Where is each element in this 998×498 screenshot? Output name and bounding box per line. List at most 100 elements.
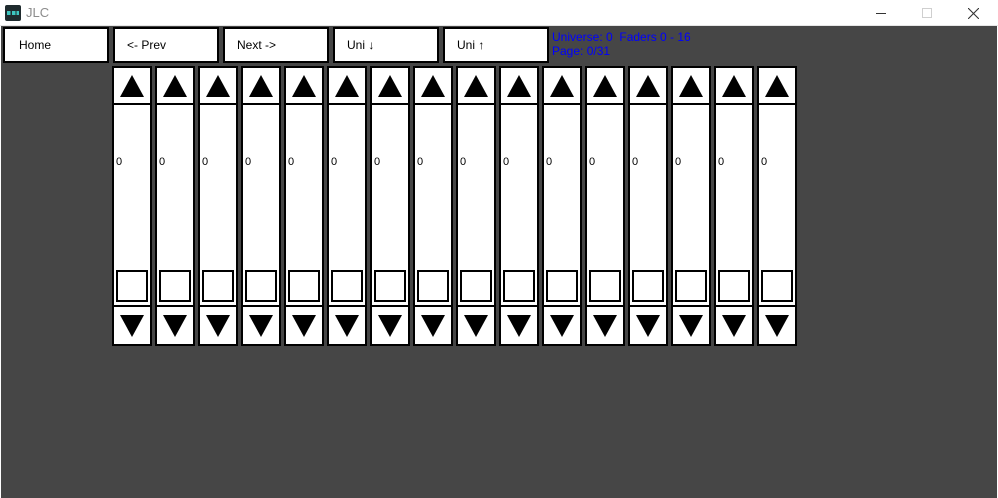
next-page-button-label: Next -> — [237, 38, 277, 52]
triangle-down-icon — [507, 314, 531, 337]
fader-value: 0 — [503, 156, 510, 168]
fader-value: 0 — [374, 156, 381, 168]
triangle-up-icon — [163, 74, 187, 97]
fader-down-button[interactable] — [716, 305, 752, 344]
fader-down-button[interactable] — [243, 305, 279, 344]
fader-up-button[interactable] — [458, 68, 494, 105]
fader-select-box[interactable] — [116, 270, 148, 302]
prev-page-button[interactable]: <- Prev — [113, 27, 219, 63]
fader-value: 0 — [675, 156, 682, 168]
fader-down-button[interactable] — [200, 305, 236, 344]
fader-select-box[interactable] — [202, 270, 234, 302]
fader-select-box[interactable] — [460, 270, 492, 302]
fader-6: 0 — [370, 66, 410, 346]
triangle-up-icon — [507, 74, 531, 97]
home-button-label: Home — [19, 38, 52, 52]
fader-up-button[interactable] — [114, 68, 150, 105]
fader-select-box[interactable] — [245, 270, 277, 302]
fader-value: 0 — [632, 156, 639, 168]
fader-down-button[interactable] — [630, 305, 666, 344]
triangle-down-icon — [421, 314, 445, 337]
fader-up-button[interactable] — [243, 68, 279, 105]
triangle-down-icon — [636, 314, 660, 337]
minimize-icon — [876, 13, 886, 14]
fader-up-button[interactable] — [716, 68, 752, 105]
fader-up-button[interactable] — [544, 68, 580, 105]
fader-value: 0 — [761, 156, 768, 168]
minimize-button[interactable] — [858, 0, 904, 26]
fader-select-box[interactable] — [374, 270, 406, 302]
fader-up-button[interactable] — [157, 68, 193, 105]
fader-down-button[interactable] — [114, 305, 150, 344]
triangle-up-icon — [120, 74, 144, 97]
fader-select-box[interactable] — [761, 270, 793, 302]
fader-down-button[interactable] — [759, 305, 795, 344]
fader-select-box[interactable] — [503, 270, 535, 302]
fader-down-button[interactable] — [587, 305, 623, 344]
fader-9: 0 — [499, 66, 539, 346]
close-icon — [967, 7, 979, 19]
triangle-up-icon — [421, 74, 445, 97]
fader-down-button[interactable] — [544, 305, 580, 344]
fader-value: 0 — [245, 156, 252, 168]
fader-up-button[interactable] — [630, 68, 666, 105]
fader-select-box[interactable] — [589, 270, 621, 302]
maximize-button[interactable] — [904, 0, 950, 26]
universe-up-button[interactable]: Uni ↑ — [443, 27, 549, 63]
fader-down-button[interactable] — [157, 305, 193, 344]
fader-up-button[interactable] — [372, 68, 408, 105]
fader-value: 0 — [116, 156, 123, 168]
fader-15: 0 — [757, 66, 797, 346]
universe-down-button[interactable]: Uni ↓ — [333, 27, 439, 63]
fader-up-button[interactable] — [329, 68, 365, 105]
main-canvas: Home <- Prev Next -> Uni ↓ Uni ↑ Univers… — [1, 26, 997, 498]
triangle-up-icon — [378, 74, 402, 97]
fader-5: 0 — [327, 66, 367, 346]
fader-down-button[interactable] — [329, 305, 365, 344]
fader-select-box[interactable] — [675, 270, 707, 302]
universe-down-button-label: Uni ↓ — [347, 38, 375, 52]
triangle-up-icon — [464, 74, 488, 97]
fader-up-button[interactable] — [759, 68, 795, 105]
triangle-down-icon — [249, 314, 273, 337]
fader-down-button[interactable] — [501, 305, 537, 344]
fader-select-box[interactable] — [288, 270, 320, 302]
fader-select-box[interactable] — [159, 270, 191, 302]
fader-down-button[interactable] — [415, 305, 451, 344]
fader-value: 0 — [417, 156, 424, 168]
triangle-down-icon — [378, 314, 402, 337]
fader-3: 0 — [241, 66, 281, 346]
triangle-up-icon — [593, 74, 617, 97]
triangle-down-icon — [679, 314, 703, 337]
fader-2: 0 — [198, 66, 238, 346]
triangle-down-icon — [206, 314, 230, 337]
fader-up-button[interactable] — [415, 68, 451, 105]
next-page-button[interactable]: Next -> — [223, 27, 329, 63]
fader-down-button[interactable] — [372, 305, 408, 344]
close-button[interactable] — [950, 0, 996, 26]
fader-select-box[interactable] — [331, 270, 363, 302]
fader-select-box[interactable] — [718, 270, 750, 302]
fader-up-button[interactable] — [286, 68, 322, 105]
fader-13: 0 — [671, 66, 711, 346]
triangle-up-icon — [550, 74, 574, 97]
fader-value: 0 — [159, 156, 166, 168]
fader-select-box[interactable] — [632, 270, 664, 302]
fader-12: 0 — [628, 66, 668, 346]
prev-page-button-label: <- Prev — [127, 38, 167, 52]
fader-down-button[interactable] — [458, 305, 494, 344]
fader-down-button[interactable] — [673, 305, 709, 344]
fader-up-button[interactable] — [501, 68, 537, 105]
triangle-down-icon — [593, 314, 617, 337]
fader-select-box[interactable] — [546, 270, 578, 302]
fader-7: 0 — [413, 66, 453, 346]
fader-up-button[interactable] — [673, 68, 709, 105]
home-button[interactable]: Home — [3, 27, 109, 63]
fader-down-button[interactable] — [286, 305, 322, 344]
window-title: JLC — [26, 5, 50, 20]
triangle-down-icon — [464, 314, 488, 337]
title-bar: JLC — [0, 0, 998, 26]
fader-select-box[interactable] — [417, 270, 449, 302]
fader-up-button[interactable] — [587, 68, 623, 105]
fader-up-button[interactable] — [200, 68, 236, 105]
